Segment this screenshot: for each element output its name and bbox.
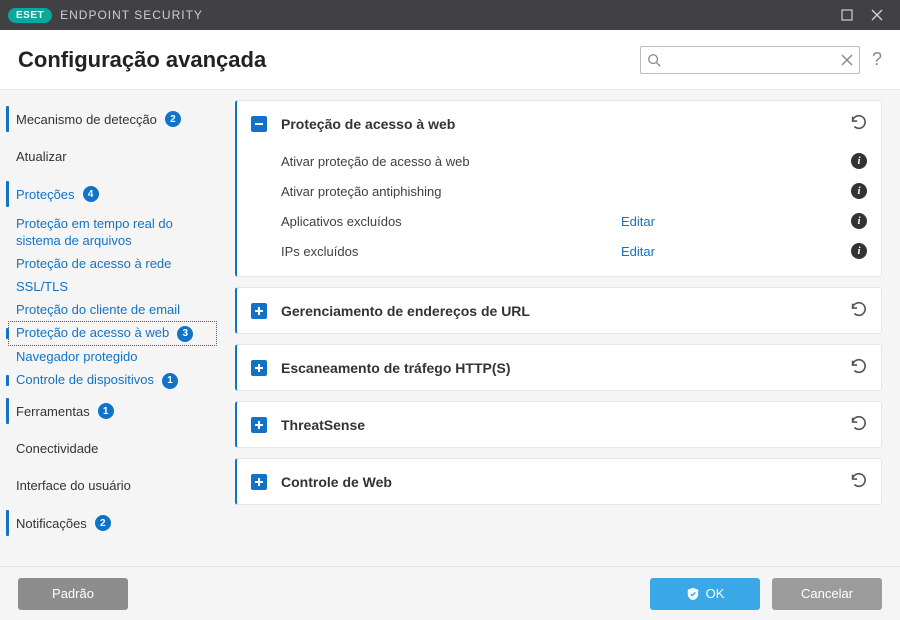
expand-icon — [251, 360, 267, 376]
sidebar-item-label: Ferramentas — [16, 404, 90, 419]
badge: 1 — [162, 373, 178, 389]
expand-icon — [251, 303, 267, 319]
setting-label: IPs excluídos — [281, 244, 621, 259]
panel-threatsense: ThreatSense — [235, 401, 882, 448]
sidebar-item-label: SSL/TLS — [16, 279, 68, 296]
panel-header-url-management[interactable]: Gerenciamento de endereços de URL — [237, 288, 881, 333]
sidebar-item-email[interactable]: Proteção do cliente de email — [0, 299, 225, 322]
panel-header-web-control[interactable]: Controle de Web — [237, 459, 881, 504]
setting-label: Aplicativos excluídos — [281, 214, 621, 229]
sidebar-item-ssl[interactable]: SSL/TLS — [0, 276, 225, 299]
cancel-button[interactable]: Cancelar — [772, 578, 882, 610]
badge: 4 — [83, 186, 99, 202]
badge: 1 — [98, 403, 114, 419]
collapse-icon — [251, 116, 267, 132]
sidebar-item-label: Navegador protegido — [16, 349, 137, 366]
search-input[interactable] — [667, 53, 835, 67]
close-button[interactable] — [862, 0, 892, 30]
panel-http-scan: Escaneamento de tráfego HTTP(S) — [235, 344, 882, 391]
sidebar-item-label: Mecanismo de detecção — [16, 112, 157, 127]
sidebar-item-rtfs[interactable]: Proteção em tempo real do sistema de arq… — [0, 213, 225, 253]
sidebar-item-label: Proteção em tempo real do sistema de arq… — [16, 216, 205, 250]
header: Configuração avançada ? — [0, 30, 900, 90]
sidebar-item-protections[interactable]: Proteções 4 — [0, 175, 225, 213]
sidebar-item-label: Controle de dispositivos — [16, 372, 154, 389]
undo-icon[interactable] — [849, 471, 867, 492]
sidebar-item-tools[interactable]: Ferramentas 1 — [0, 392, 225, 430]
undo-icon[interactable] — [849, 414, 867, 435]
sidebar-item-browser[interactable]: Navegador protegido — [0, 346, 225, 369]
setting-excluded-ips: IPs excluídos Editar i — [281, 236, 867, 266]
product-name: ENDPOINT SECURITY — [60, 8, 203, 22]
eset-logo: ESET — [8, 8, 52, 23]
panel-web-control: Controle de Web — [235, 458, 882, 505]
sidebar-item-label: Notificações — [16, 516, 87, 531]
badge: 2 — [95, 515, 111, 531]
sidebar-item-label: Interface do usuário — [16, 478, 131, 493]
footer: Padrão OK Cancelar — [0, 566, 900, 620]
sidebar-item-detection[interactable]: Mecanismo de detecção 2 — [0, 100, 225, 138]
panel-title: ThreatSense — [281, 417, 365, 433]
sidebar-item-label: Conectividade — [16, 441, 98, 456]
sidebar: Mecanismo de detecção 2 Atualizar Proteç… — [0, 90, 225, 566]
undo-icon[interactable] — [849, 113, 867, 134]
panel-title: Controle de Web — [281, 474, 392, 490]
sidebar-item-label: Proteção de acesso à rede — [16, 256, 171, 273]
sidebar-item-update[interactable]: Atualizar — [0, 138, 225, 175]
search-box[interactable] — [640, 46, 860, 74]
setting-label: Ativar proteção de acesso à web — [281, 154, 621, 169]
titlebar: ESET ENDPOINT SECURITY — [0, 0, 900, 30]
badge: 3 — [177, 326, 193, 342]
undo-icon[interactable] — [849, 357, 867, 378]
setting-enable-web: Ativar proteção de acesso à web i — [281, 146, 867, 176]
sidebar-item-device-control[interactable]: Controle de dispositivos 1 — [0, 369, 225, 392]
main-panel: Proteção de acesso à web Ativar proteção… — [225, 90, 900, 566]
info-icon[interactable]: i — [851, 153, 867, 169]
sidebar-item-notifications[interactable]: Notificações 2 — [0, 504, 225, 542]
panel-title: Escaneamento de tráfego HTTP(S) — [281, 360, 511, 376]
setting-label: Ativar proteção antiphishing — [281, 184, 621, 199]
panel-header-threatsense[interactable]: ThreatSense — [237, 402, 881, 447]
sidebar-item-network[interactable]: Proteção de acesso à rede — [0, 253, 225, 276]
sidebar-item-label: Atualizar — [16, 149, 67, 164]
sidebar-item-label: Proteção de acesso à web — [16, 325, 169, 342]
panel-header-http-scan[interactable]: Escaneamento de tráfego HTTP(S) — [237, 345, 881, 390]
panel-web-access: Proteção de acesso à web Ativar proteção… — [235, 100, 882, 277]
edit-excluded-apps-link[interactable]: Editar — [621, 214, 655, 229]
expand-icon — [251, 474, 267, 490]
sidebar-item-connectivity[interactable]: Conectividade — [0, 430, 225, 467]
expand-icon — [251, 417, 267, 433]
panel-title: Gerenciamento de endereços de URL — [281, 303, 530, 319]
maximize-button[interactable] — [832, 0, 862, 30]
badge: 2 — [165, 111, 181, 127]
sidebar-item-ui[interactable]: Interface do usuário — [0, 467, 225, 504]
panel-url-management: Gerenciamento de endereços de URL — [235, 287, 882, 334]
info-icon[interactable]: i — [851, 243, 867, 259]
help-button[interactable]: ? — [872, 49, 882, 70]
search-icon — [647, 53, 661, 67]
setting-enable-antiphishing: Ativar proteção antiphishing i — [281, 176, 867, 206]
sidebar-item-label: Proteções — [16, 187, 75, 202]
default-button[interactable]: Padrão — [18, 578, 128, 610]
undo-icon[interactable] — [849, 300, 867, 321]
shield-icon — [686, 587, 700, 601]
info-icon[interactable]: i — [851, 183, 867, 199]
sidebar-item-web-access[interactable]: Proteção de acesso à web 3 — [8, 321, 217, 346]
ok-button[interactable]: OK — [650, 578, 760, 610]
panel-title: Proteção de acesso à web — [281, 116, 455, 132]
clear-search-icon[interactable] — [841, 54, 853, 66]
setting-excluded-apps: Aplicativos excluídos Editar i — [281, 206, 867, 236]
page-title: Configuração avançada — [18, 47, 266, 73]
sidebar-item-label: Proteção do cliente de email — [16, 302, 180, 319]
info-icon[interactable]: i — [851, 213, 867, 229]
edit-excluded-ips-link[interactable]: Editar — [621, 244, 655, 259]
panel-header-web-access[interactable]: Proteção de acesso à web — [237, 101, 881, 146]
